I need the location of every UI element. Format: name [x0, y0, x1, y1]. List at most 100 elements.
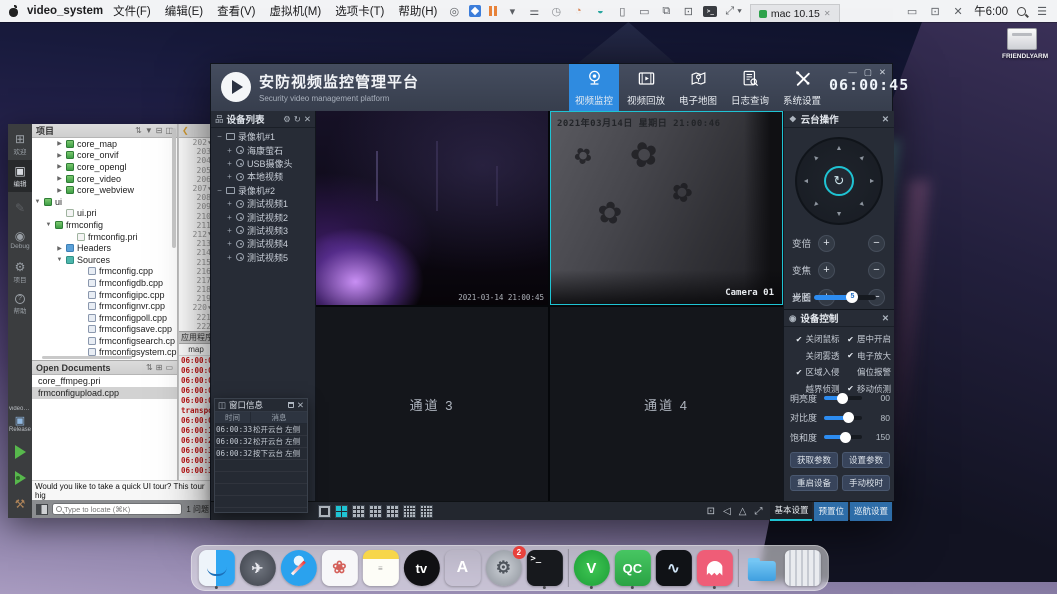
minimize-panel-icon[interactable]: ▭ — [165, 363, 173, 372]
run-debug-button[interactable] — [15, 471, 26, 485]
plus-button[interactable]: + — [818, 262, 835, 279]
vm-tab[interactable]: mac 10.15✕ — [750, 4, 840, 22]
nav-视频回放[interactable]: 视频回放 — [621, 64, 671, 111]
window-info-header[interactable]: ◫ 窗口信息 ✕ — [215, 399, 307, 412]
menubar-app-name[interactable]: video_system — [27, 5, 103, 17]
open-doc-item[interactable]: frmconfigupload.cpp — [32, 387, 177, 399]
tree-vscrollbar[interactable] — [172, 128, 176, 248]
checkbox-区域入侵[interactable]: ✔区域入侵 — [788, 366, 840, 378]
tree-item[interactable]: frmconfig.pri — [32, 231, 177, 243]
issues-count[interactable]: 1 问题 — [186, 504, 209, 515]
close-icon[interactable]: ✕ — [304, 114, 311, 125]
tree-item[interactable]: frmconfigpoll.cpp — [32, 312, 177, 324]
ptz-arrow-icon[interactable]: ▲ — [855, 197, 869, 211]
sync-icon[interactable]: ⇅ — [135, 126, 142, 135]
tree-item[interactable]: ▼frmconfig — [32, 219, 177, 231]
minimize-icon[interactable]: — — [848, 67, 857, 78]
step-slider[interactable]: 5 — [814, 295, 876, 300]
tree-item[interactable]: frmconfigsave.cpp — [32, 324, 177, 336]
dock-item-qc[interactable]: QC — [614, 550, 650, 586]
close-icon[interactable]: ✕ — [297, 400, 304, 411]
dock-item-finder[interactable] — [198, 550, 234, 586]
tree-item[interactable]: ▼Sources — [32, 254, 177, 266]
layout-16-icon[interactable] — [420, 505, 433, 518]
locator-field[interactable] — [52, 503, 182, 515]
device-tree-item[interactable]: +测试视频4 — [211, 237, 315, 250]
nav-视频监控[interactable]: 视频监控 — [569, 64, 619, 111]
ptz-arrow-icon[interactable]: ▲ — [809, 197, 823, 211]
fullscreen-icon[interactable]: ⧉ — [659, 5, 673, 18]
ptz-center-icon[interactable]: ↻ — [824, 166, 854, 196]
trash-icon[interactable] — [288, 402, 294, 408]
filter-icon[interactable]: ▼ — [145, 126, 153, 135]
slider-对比度[interactable] — [824, 416, 862, 420]
plus-button[interactable]: + — [818, 235, 835, 252]
device-tree-item[interactable]: +测试视频2 — [211, 210, 315, 223]
dock-item-settings[interactable]: ⚙2 — [485, 550, 521, 586]
layout-8-icon[interactable] — [369, 505, 382, 518]
device-tree-item[interactable]: +海康萤石 — [211, 143, 315, 156]
checkbox-偏位报警[interactable]: 偏位报警 — [840, 366, 892, 378]
tree-item[interactable]: ▼ui — [32, 196, 177, 208]
devices-icon[interactable]: ⚌ — [527, 5, 541, 18]
vm-restore-icon[interactable]: ⊡ — [928, 5, 942, 18]
device-tree-item[interactable]: −录像机#2 — [211, 184, 315, 197]
button-重启设备[interactable]: 重启设备 — [790, 475, 838, 491]
video-cell-3[interactable]: 通道 3 — [316, 307, 548, 501]
minus-button[interactable]: − — [868, 235, 885, 252]
close-icon[interactable]: ✕ — [882, 114, 889, 125]
sidebar-toggle-icon[interactable] — [36, 504, 48, 515]
layout-9-icon[interactable] — [386, 505, 399, 518]
layout-1-icon[interactable] — [318, 505, 331, 518]
tab-基本设置[interactable]: 基本设置 — [770, 502, 812, 521]
menubar-clock[interactable]: 午6:00 — [974, 3, 1008, 19]
ptz-arrow-icon[interactable]: ▲ — [855, 151, 869, 165]
tree-item[interactable]: frmconfigsearch.cp — [32, 335, 177, 347]
snapshot-icon[interactable]: ◔ — [571, 5, 585, 17]
gear-icon[interactable]: ⚙ — [283, 114, 291, 125]
dock-item-photos[interactable]: ❀ — [321, 550, 357, 586]
vm-tab-close-icon[interactable]: ✕ — [824, 9, 831, 18]
alarm-icon[interactable]: △ — [739, 506, 747, 517]
terminal-icon[interactable]: >_ — [703, 6, 717, 17]
layout-13-icon[interactable] — [403, 505, 416, 518]
dock-item-ghost[interactable] — [696, 550, 732, 586]
nav-日志查询[interactable]: 日志查询 — [725, 64, 775, 111]
kit-project-name[interactable]: video_system — [9, 406, 31, 412]
menubar-menu[interactable]: 虚拟机(M) — [267, 3, 323, 19]
device-tree-item[interactable]: +测试视频1 — [211, 197, 315, 210]
fullscreen-icon[interactable]: ⤢ — [754, 506, 762, 517]
refresh-icon[interactable]: ↻ — [294, 114, 301, 125]
checkbox-居中开启[interactable]: ✔居中开启 — [840, 333, 892, 345]
pause-dropdown-icon[interactable]: ▾ — [505, 5, 519, 18]
tree-item[interactable]: ▶core_map — [32, 138, 177, 150]
tree-item[interactable]: frmconfigdb.cpp — [32, 277, 177, 289]
dock-item-notes[interactable]: ≡ — [362, 550, 398, 586]
dock-item-green-v[interactable]: V — [573, 550, 609, 586]
menubar-menu[interactable]: 编辑(E) — [163, 3, 205, 19]
ptz-arrow-icon[interactable]: ▲ — [801, 176, 811, 186]
tree-item[interactable]: frmconfignvr.cpp — [32, 300, 177, 312]
sort-icon[interactable]: ⇅ — [146, 363, 153, 372]
vm-minimize-icon[interactable]: ▭ — [905, 5, 919, 18]
close-icon[interactable]: ✕ — [879, 67, 886, 78]
mode-编辑[interactable]: ▣编辑 — [8, 160, 32, 192]
mode-design[interactable]: ✎ — [8, 192, 32, 224]
ptz-arrow-icon[interactable]: ▲ — [834, 209, 844, 219]
layout-6-icon[interactable] — [352, 505, 365, 518]
minus-button[interactable]: − — [868, 262, 885, 279]
tree-item[interactable]: ▶core_opengl — [32, 161, 177, 173]
video-cell-4[interactable]: 通道 4 — [550, 307, 783, 501]
pause-icon[interactable] — [489, 6, 497, 16]
device-tree-item[interactable]: +测试视频5 — [211, 251, 315, 264]
dock-item-safari[interactable] — [280, 550, 316, 586]
slider-handle[interactable] — [837, 393, 848, 404]
layout-4-icon[interactable] — [335, 505, 348, 518]
apple-menu-icon[interactable] — [8, 5, 19, 17]
run-button[interactable] — [15, 445, 26, 459]
search-icon[interactable] — [1017, 7, 1026, 16]
tree-item[interactable]: frmconfig.cpp — [32, 266, 177, 278]
step-slider-handle[interactable]: 5 — [846, 291, 858, 303]
tab-预置位[interactable]: 预置位 — [814, 502, 848, 521]
open-doc-item[interactable]: core_ffmpeg.pri — [32, 375, 177, 387]
